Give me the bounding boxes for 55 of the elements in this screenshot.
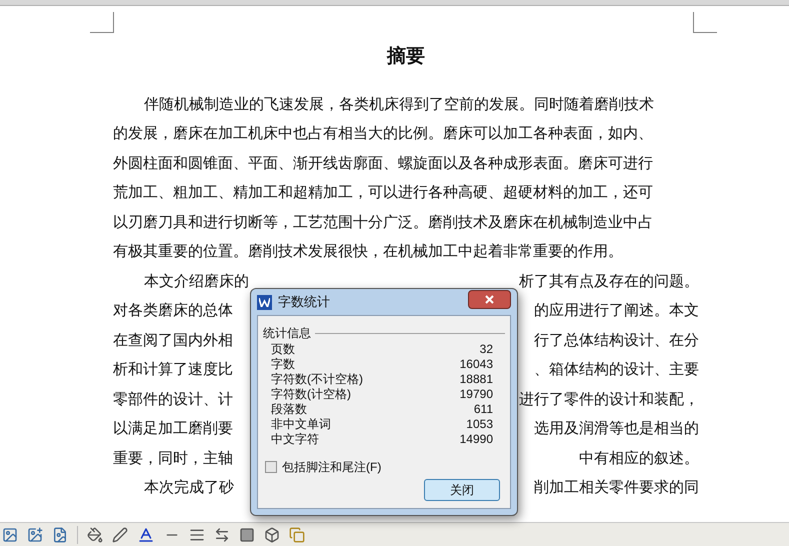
paragraph-line: 进行了零件的设计和装配， [519,390,699,410]
stat-label: 字符数(不计空格) [271,370,363,388]
paragraph-line: 伴随机械制造业的飞速发展，各类机床得到了空前的发展。同时随着磨削技术 [144,94,654,114]
3d-box-icon[interactable] [264,526,280,542]
paragraph-line: 有极其重要的位置。磨削技术发展很快，在机械加工中起着非常重要的作用。 [113,242,623,262]
paragraph-line: 的发展，磨床在加工机床中也占有相当大的比例。磨床可以加工各种表面，如内、 [113,124,653,144]
paragraph-line: 本文介绍磨床的 [144,272,249,292]
paragraph-line: 荒加工、粗加工、精加工和超精加工，可以进行各种高硬、超硬材料的加工，还可 [113,183,653,203]
close-dialog-button[interactable]: 关闭 [424,479,500,501]
paragraph-line: 析和计算了速度比 [113,360,233,380]
stat-label: 非中文单词 [271,416,331,432]
app-logo-icon [257,294,272,310]
stat-value: 32 [480,340,493,358]
paragraph-line: 重要，同时，主轴 [113,448,233,468]
close-icon [485,295,494,304]
image-icon[interactable] [27,526,43,542]
stat-value: 1053 [466,416,493,432]
checkbox[interactable] [265,461,277,473]
paragraph-line: 行了总体结构设计、在分 [534,330,699,350]
stat-value: 14990 [460,430,493,448]
paragraph-line: 在查阅了国内外相 [113,330,233,350]
font-color-icon[interactable] [137,526,155,544]
stat-label: 字数 [271,356,295,372]
group-label: 统计信息 [263,326,311,340]
paragraph-line: 、箱体结构的设计、主要 [534,360,699,380]
paragraph-line: 以满足加工磨削要 [113,419,233,439]
paragraph-line: 析了其有点及存在的问题。 [519,272,699,292]
image-icon[interactable] [2,526,18,542]
paragraph-line: 的应用进行了阐述。本文 [534,301,699,321]
fill-color-icon[interactable] [87,526,103,542]
paragraph-line: 外圆柱面和圆锥面、平面、渐开线齿廓面、螺旋面以及各种成形表面。磨床可进行 [113,154,653,174]
pen-icon[interactable] [112,526,128,542]
margin-corner-mark [90,12,114,33]
margin-corner-mark [693,12,717,33]
paragraph-line: 中有相应的叙述。 [579,448,699,468]
paragraph-line: 削加工相关零件要求的同 [534,478,699,498]
paragraph-line: 本次完成了砂 [144,478,234,498]
checkbox-label: 包括脚注和尾注(F) [282,459,382,476]
document-title: 摘要 [387,44,425,69]
stat-label: 中文字符 [271,430,319,448]
stat-label: 页数 [271,340,295,358]
paragraph-line: 以刃磨刀具和进行切断等，工艺范围十分广泛。磨削技术及磨床在机械制造业中占 [113,212,653,232]
arrow-style-icon[interactable] [214,526,230,542]
dialog-title: 字数统计 [278,293,330,312]
close-button[interactable] [468,290,511,309]
paragraph-line: 选用及润滑等也是相当的 [534,419,699,439]
stat-value: 18881 [460,370,493,388]
stat-label: 段落数 [271,400,307,418]
image-icon[interactable] [52,526,68,542]
stat-value: 611 [474,400,493,418]
paragraph-line: 零部件的设计、计 [113,390,233,410]
stat-value: 16043 [460,356,493,372]
stat-label: 字符数(计空格) [271,386,351,402]
paragraph-line: 对各类磨床的总体 [113,301,233,321]
stat-value: 19790 [460,386,493,402]
